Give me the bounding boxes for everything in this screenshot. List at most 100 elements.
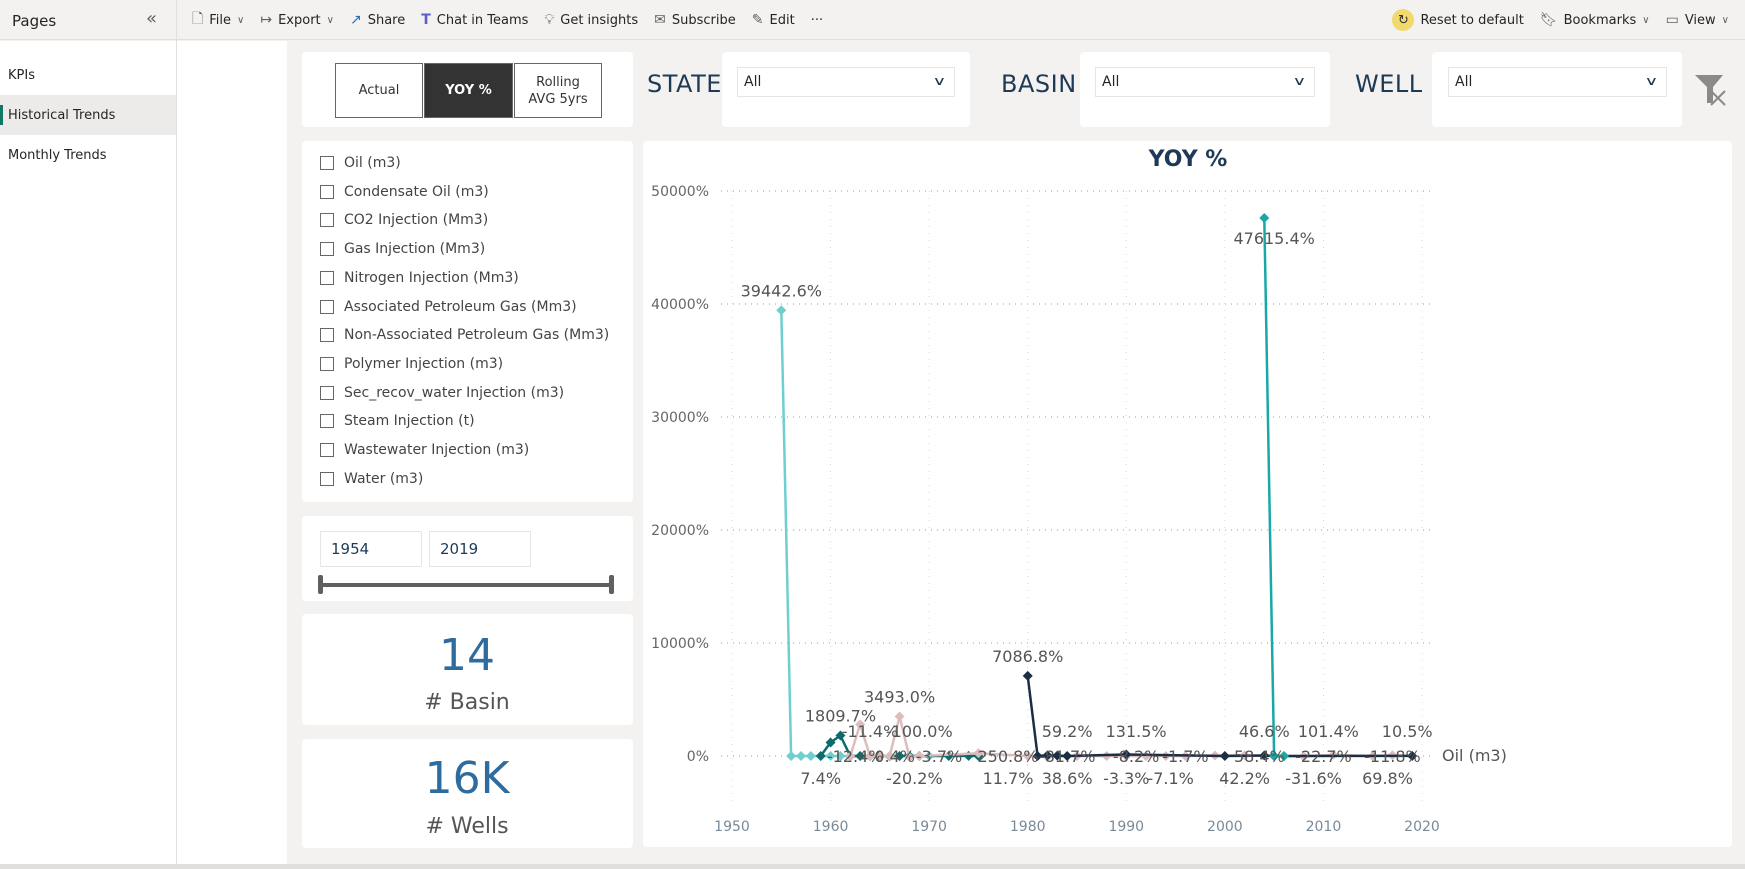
more-options-button[interactable]: ··· bbox=[803, 0, 831, 40]
measure-checkbox-item[interactable]: Wastewater Injection (m3) bbox=[320, 442, 529, 458]
x-tick-label: 2000 bbox=[1207, 819, 1243, 835]
year-slider-end-handle[interactable] bbox=[609, 575, 614, 594]
measure-checkbox-item[interactable]: Polymer Injection (m3) bbox=[320, 356, 503, 372]
chevron-down-icon: ∨ bbox=[237, 14, 245, 26]
checkbox[interactable] bbox=[320, 385, 334, 400]
subscribe-button[interactable]: ✉ Subscribe bbox=[646, 0, 744, 40]
chart-title: YOY % bbox=[1148, 147, 1228, 172]
share-button[interactable]: ↗ Share bbox=[342, 0, 413, 40]
checkbox[interactable] bbox=[320, 156, 334, 170]
share-icon: ↗ bbox=[349, 12, 362, 28]
checkbox[interactable] bbox=[320, 184, 334, 199]
basin-value: All bbox=[1102, 74, 1120, 90]
page-label: KPIs bbox=[8, 67, 35, 83]
year-start-input[interactable]: 1954 bbox=[320, 531, 422, 567]
toolbar-right: ↻ Reset to default 🔖︎ Bookmarks ∨ ▭ View ∨ bbox=[1384, 0, 1737, 40]
chevron-down-icon: ∨ bbox=[1721, 14, 1729, 26]
measure-checkbox-item[interactable]: Sec_recov_water Injection (m3) bbox=[320, 385, 564, 401]
export-menu[interactable]: ↦ Export ∨ bbox=[252, 0, 342, 40]
data-label: 47615.4% bbox=[1233, 229, 1314, 248]
checkbox[interactable] bbox=[320, 356, 334, 371]
year-start-value: 1954 bbox=[331, 540, 370, 558]
data-label: 0.4% bbox=[874, 747, 915, 766]
data-label: -31.6% bbox=[1285, 769, 1342, 788]
yoy-button[interactable]: YOY % bbox=[424, 63, 513, 118]
data-point-marker bbox=[805, 751, 816, 761]
measure-checkbox-item[interactable]: Oil (m3) bbox=[320, 155, 401, 171]
chat-in-teams-button[interactable]: T Chat in Teams bbox=[413, 0, 536, 40]
measure-checkbox-item[interactable]: CO2 Injection (Mm3) bbox=[320, 212, 488, 228]
canvas-margin bbox=[177, 41, 287, 869]
measure-checkbox-item[interactable]: Gas Injection (Mm3) bbox=[320, 241, 485, 257]
y-tick-label: 40000% bbox=[651, 297, 709, 313]
file-menu[interactable]: 🗋 File ∨ bbox=[184, 0, 252, 40]
rolling-line-2: AVG 5yrs bbox=[528, 91, 588, 107]
measure-checkbox-item[interactable]: Associated Petroleum Gas (Mm3) bbox=[320, 299, 577, 315]
measure-checkbox-item[interactable]: Condensate Oil (m3) bbox=[320, 184, 489, 200]
reset-icon: ↻ bbox=[1392, 9, 1415, 31]
pencil-icon: ✎ bbox=[751, 12, 764, 28]
checkbox[interactable] bbox=[320, 328, 334, 343]
chevron-down-icon: ∨ bbox=[1292, 74, 1307, 88]
view-menu[interactable]: ▭ View ∨ bbox=[1658, 0, 1737, 40]
checkbox[interactable] bbox=[320, 471, 334, 486]
edit-button[interactable]: ✎ Edit bbox=[744, 0, 803, 40]
measure-checkbox-item[interactable]: Steam Injection (t) bbox=[320, 413, 475, 429]
year-slider-start-handle[interactable] bbox=[318, 575, 323, 594]
measure-label: Steam Injection (t) bbox=[344, 413, 475, 430]
edit-label: Edit bbox=[769, 12, 795, 28]
page-historical-trends[interactable]: Historical Trends bbox=[0, 95, 176, 135]
x-tick-label: 1970 bbox=[911, 819, 947, 835]
actual-button[interactable]: Actual bbox=[335, 63, 423, 118]
y-tick-label: 30000% bbox=[651, 410, 709, 426]
reset-to-default-button[interactable]: ↻ Reset to default bbox=[1384, 0, 1531, 40]
data-label: 46.6% bbox=[1239, 722, 1290, 741]
data-label: 39442.6% bbox=[741, 281, 822, 300]
checkbox[interactable] bbox=[320, 299, 334, 314]
basin-dropdown[interactable]: All ∨ bbox=[1095, 67, 1315, 97]
basin-count-label: # Basin bbox=[424, 690, 510, 715]
chevron-down-icon: ∨ bbox=[1642, 14, 1650, 26]
checkbox[interactable] bbox=[320, 213, 334, 228]
measure-checkbox-item[interactable]: Water (m3) bbox=[320, 471, 423, 487]
rolling-avg-button[interactable]: Rolling AVG 5yrs bbox=[514, 63, 602, 118]
clear-filters-button[interactable] bbox=[1693, 73, 1727, 111]
reset-label: Reset to default bbox=[1420, 12, 1524, 28]
yoy-line-chart[interactable]: YOY % 0% 10000% 20000% 30000% 40000% 50000% 195… bbox=[643, 141, 1732, 847]
checkbox[interactable] bbox=[320, 242, 334, 257]
page-monthly-trends[interactable]: Monthly Trends bbox=[0, 135, 176, 175]
measure-label: Wastewater Injection (m3) bbox=[344, 442, 530, 458]
pages-panel: KPIs Historical Trends Monthly Trends bbox=[0, 41, 176, 869]
checkbox[interactable] bbox=[320, 270, 334, 285]
page-kpis[interactable]: KPIs bbox=[0, 55, 176, 95]
get-insights-button[interactable]: 💡︎ Get insights bbox=[536, 0, 646, 40]
chevron-down-icon: ∨ bbox=[1644, 74, 1659, 88]
bookmarks-menu[interactable]: 🔖︎ Bookmarks ∨ bbox=[1532, 0, 1658, 40]
get-insights-label: Get insights bbox=[560, 12, 639, 28]
state-dropdown[interactable]: All ∨ bbox=[737, 67, 955, 97]
well-dropdown[interactable]: All ∨ bbox=[1448, 67, 1667, 97]
year-end-input[interactable]: 2019 bbox=[429, 531, 531, 567]
measure-checkbox-item[interactable]: Non-Associated Petroleum Gas (Mm3) bbox=[320, 327, 609, 343]
data-label: 7.4% bbox=[800, 769, 841, 788]
data-label: 69.8% bbox=[1362, 769, 1413, 788]
y-tick-label: 10000% bbox=[651, 636, 709, 652]
data-label: 7086.8% bbox=[992, 647, 1063, 666]
lightbulb-icon: 💡︎ bbox=[544, 12, 555, 28]
y-tick-label: 50000% bbox=[651, 184, 709, 200]
collapse-pages-icon[interactable]: « bbox=[146, 8, 157, 29]
mail-icon: ✉ bbox=[654, 12, 666, 28]
measure-label: Non-Associated Petroleum Gas (Mm3) bbox=[344, 327, 610, 344]
measure-checkbox-item[interactable]: Nitrogen Injection (Mm3) bbox=[320, 270, 519, 286]
checkbox[interactable] bbox=[320, 443, 334, 457]
chevron-down-icon: ∨ bbox=[326, 14, 334, 26]
data-label: -8.2% bbox=[1113, 747, 1159, 766]
series-end-label: Oil (m3) bbox=[1442, 746, 1507, 765]
checkbox[interactable] bbox=[320, 414, 334, 429]
data-point-marker bbox=[786, 751, 797, 761]
data-label: -3.3% bbox=[1103, 769, 1149, 788]
x-tick-label: 2020 bbox=[1404, 819, 1440, 835]
yoy-label: YOY % bbox=[445, 83, 492, 98]
bottom-scrollbar[interactable] bbox=[0, 864, 1745, 869]
data-point-marker bbox=[1022, 670, 1033, 681]
